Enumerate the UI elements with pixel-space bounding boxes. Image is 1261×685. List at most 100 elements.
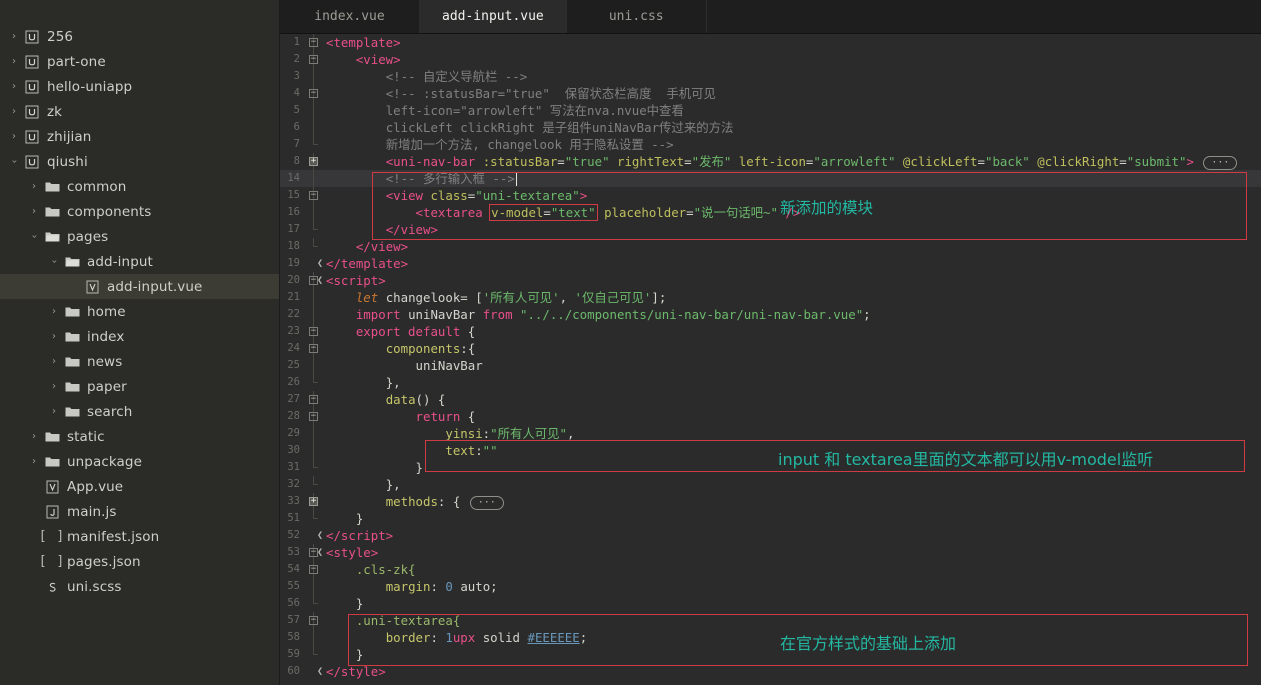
chevron-right-icon[interactable]: › <box>6 74 22 99</box>
chevron-right-icon[interactable]: › <box>46 349 62 374</box>
fold-marker[interactable]: − <box>306 85 322 102</box>
tree-item-add-input-vue[interactable]: add-input.vue <box>0 274 279 299</box>
code-line[interactable]: 23− export default { <box>280 323 1261 340</box>
tree-item-manifest-json[interactable]: [ ] manifest.json <box>0 524 279 549</box>
tree-item-hello-uniapp[interactable]: › hello-uniapp <box>0 74 279 99</box>
fold-marker[interactable]: − <box>306 391 322 408</box>
code-line[interactable]: 57− .uni-textarea{ <box>280 612 1261 629</box>
tree-item-paper[interactable]: › paper <box>0 374 279 399</box>
fold-marker[interactable]: − <box>306 612 322 629</box>
fold-marker[interactable]: − <box>306 561 322 578</box>
tree-item-news[interactable]: › news <box>0 349 279 374</box>
code-line[interactable]: 27− data() { <box>280 391 1261 408</box>
code-line[interactable]: 3 <!-- 自定义导航栏 --> <box>280 68 1261 85</box>
editor-tab-uni-css[interactable]: uni.css <box>567 0 707 33</box>
code-line[interactable]: 55 margin: 0 auto; <box>280 578 1261 595</box>
tree-item-zk[interactable]: › zk <box>0 99 279 124</box>
tree-item-search[interactable]: › search <box>0 399 279 424</box>
fold-marker[interactable]: + <box>306 493 322 510</box>
fold-marker[interactable]: − <box>306 408 322 425</box>
code-line[interactable]: 16 <textarea v-model="text" placeholder=… <box>280 204 1261 221</box>
fold-marker[interactable]: − <box>306 187 322 204</box>
code-line[interactable]: 15− <view class="uni-textarea"> <box>280 187 1261 204</box>
editor-tab-bar[interactable]: index.vue add-input.vue uni.css <box>280 0 1261 34</box>
code-line[interactable]: 58 border: 1upx solid #EEEEEE; <box>280 629 1261 646</box>
tree-item-components[interactable]: › components <box>0 199 279 224</box>
code-line[interactable]: 5 left-icon="arrowleft" 写法在nva.nvue中查看 <box>280 102 1261 119</box>
tree-item-256[interactable]: › 256 <box>0 24 279 49</box>
tree-item-index[interactable]: › index <box>0 324 279 349</box>
code-line[interactable]: 19 ❮ </template> <box>280 255 1261 272</box>
code-text: <style> <box>326 545 379 560</box>
tree-item-pages-json[interactable]: [ ] pages.json <box>0 549 279 574</box>
code-line[interactable]: 56 } <box>280 595 1261 612</box>
tree-item-pages[interactable]: › pages <box>0 224 279 249</box>
chevron-down-icon[interactable]: › <box>46 249 62 274</box>
tree-item-qiushi[interactable]: › qiushi <box>0 149 279 174</box>
tree-item-static[interactable]: › static <box>0 424 279 449</box>
chevron-right-icon[interactable]: › <box>6 99 22 124</box>
tree-item-part-one[interactable]: › part-one <box>0 49 279 74</box>
fold-marker[interactable]: + <box>306 153 322 170</box>
chevron-right-icon[interactable]: › <box>6 24 22 49</box>
code-line[interactable]: 25 uniNavBar <box>280 357 1261 374</box>
fold-marker[interactable]: − <box>306 323 322 340</box>
code-line[interactable]: 26 }, <box>280 374 1261 391</box>
project-explorer-sidebar[interactable]: › 256 › part-one › hello-uniapp › zk › zhijian › qi… <box>0 0 280 685</box>
code-line[interactable]: 4− <!-- :statusBar="true" 保留状态栏高度 手机可见 <box>280 85 1261 102</box>
code-editor[interactable]: 1− <template> 2− <view> 3 <!-- 自定义导航栏 --> 4−… <box>280 34 1261 685</box>
tree-item-app-vue[interactable]: App.vue <box>0 474 279 499</box>
code-line[interactable]: 33 + methods: { ··· <box>280 493 1261 510</box>
code-line[interactable]: 14 <!-- 多行输入框 --> <box>280 170 1261 187</box>
chevron-right-icon[interactable]: › <box>6 124 22 149</box>
code-line[interactable]: 54− .cls-zk{ <box>280 561 1261 578</box>
tree-item-uni-scss[interactable]: uni.scss <box>0 574 279 599</box>
chevron-down-icon[interactable]: › <box>26 224 42 249</box>
fold-marker[interactable]: − <box>306 34 322 51</box>
code-line[interactable]: 6 clickLeft clickRight 是子组件uniNavBar传过来的… <box>280 119 1261 136</box>
chevron-down-icon[interactable]: › <box>6 149 22 174</box>
fold-marker[interactable]: − <box>306 51 322 68</box>
fold-marker[interactable]: − ❮ <box>306 544 323 561</box>
code-line[interactable]: 60 ❮ </style> <box>280 663 1261 680</box>
code-line[interactable]: 24− components:{ <box>280 340 1261 357</box>
chevron-right-icon[interactable]: › <box>26 424 42 449</box>
code-line[interactable]: 1− <template> <box>280 34 1261 51</box>
chevron-right-icon[interactable]: › <box>26 449 42 474</box>
code-line[interactable]: 29 yinsi:"所有人可见", <box>280 425 1261 442</box>
code-line[interactable]: 21 let changelook= ['所有人可见', '仅自己可见']; <box>280 289 1261 306</box>
chevron-right-icon[interactable]: › <box>46 399 62 424</box>
chevron-right-icon[interactable]: › <box>46 374 62 399</box>
code-line[interactable]: 8 + <uni-nav-bar :statusBar="true" rightT… <box>280 153 1261 170</box>
tree-item-zhijian[interactable]: › zhijian <box>0 124 279 149</box>
editor-tab-index-vue[interactable]: index.vue <box>280 0 420 33</box>
fold-marker[interactable]: − <box>306 340 322 357</box>
chevron-right-icon[interactable]: › <box>26 199 42 224</box>
chevron-right-icon[interactable]: › <box>26 174 42 199</box>
code-line[interactable]: 20 − ❮ <script> <box>280 272 1261 289</box>
code-line[interactable]: 52 ❮ </script> <box>280 527 1261 544</box>
code-line[interactable]: 17 </view> <box>280 221 1261 238</box>
code-line[interactable]: 53 − ❮ <style> <box>280 544 1261 561</box>
code-line[interactable]: 18 </view> <box>280 238 1261 255</box>
fold-marker[interactable]: − ❮ <box>306 272 323 289</box>
code-line[interactable]: 51 } <box>280 510 1261 527</box>
code-line[interactable]: 28− return { <box>280 408 1261 425</box>
editor-tab-add-input-vue[interactable]: add-input.vue <box>420 0 567 33</box>
code-line[interactable]: 22 import uniNavBar from "../../componen… <box>280 306 1261 323</box>
tree-item-common[interactable]: › common <box>0 174 279 199</box>
tree-item-home[interactable]: › home <box>0 299 279 324</box>
fold-marker <box>306 68 322 85</box>
code-line[interactable]: 7 新增加一个方法, changelook 用于隐私设置 --> <box>280 136 1261 153</box>
code-line[interactable]: 32 }, <box>280 476 1261 493</box>
tree-item-add-input[interactable]: › add-input <box>0 249 279 274</box>
chevron-right-icon[interactable]: › <box>6 49 22 74</box>
chevron-right-icon[interactable]: › <box>46 324 62 349</box>
uniapp-project-icon <box>22 105 42 119</box>
tree-item-unpackage[interactable]: › unpackage <box>0 449 279 474</box>
code-lines[interactable]: 1− <template> 2− <view> 3 <!-- 自定义导航栏 --> 4−… <box>280 34 1261 685</box>
code-line[interactable]: 59 } <box>280 646 1261 663</box>
code-line[interactable]: 2− <view> <box>280 51 1261 68</box>
tree-item-main-js[interactable]: main.js <box>0 499 279 524</box>
chevron-right-icon[interactable]: › <box>46 299 62 324</box>
